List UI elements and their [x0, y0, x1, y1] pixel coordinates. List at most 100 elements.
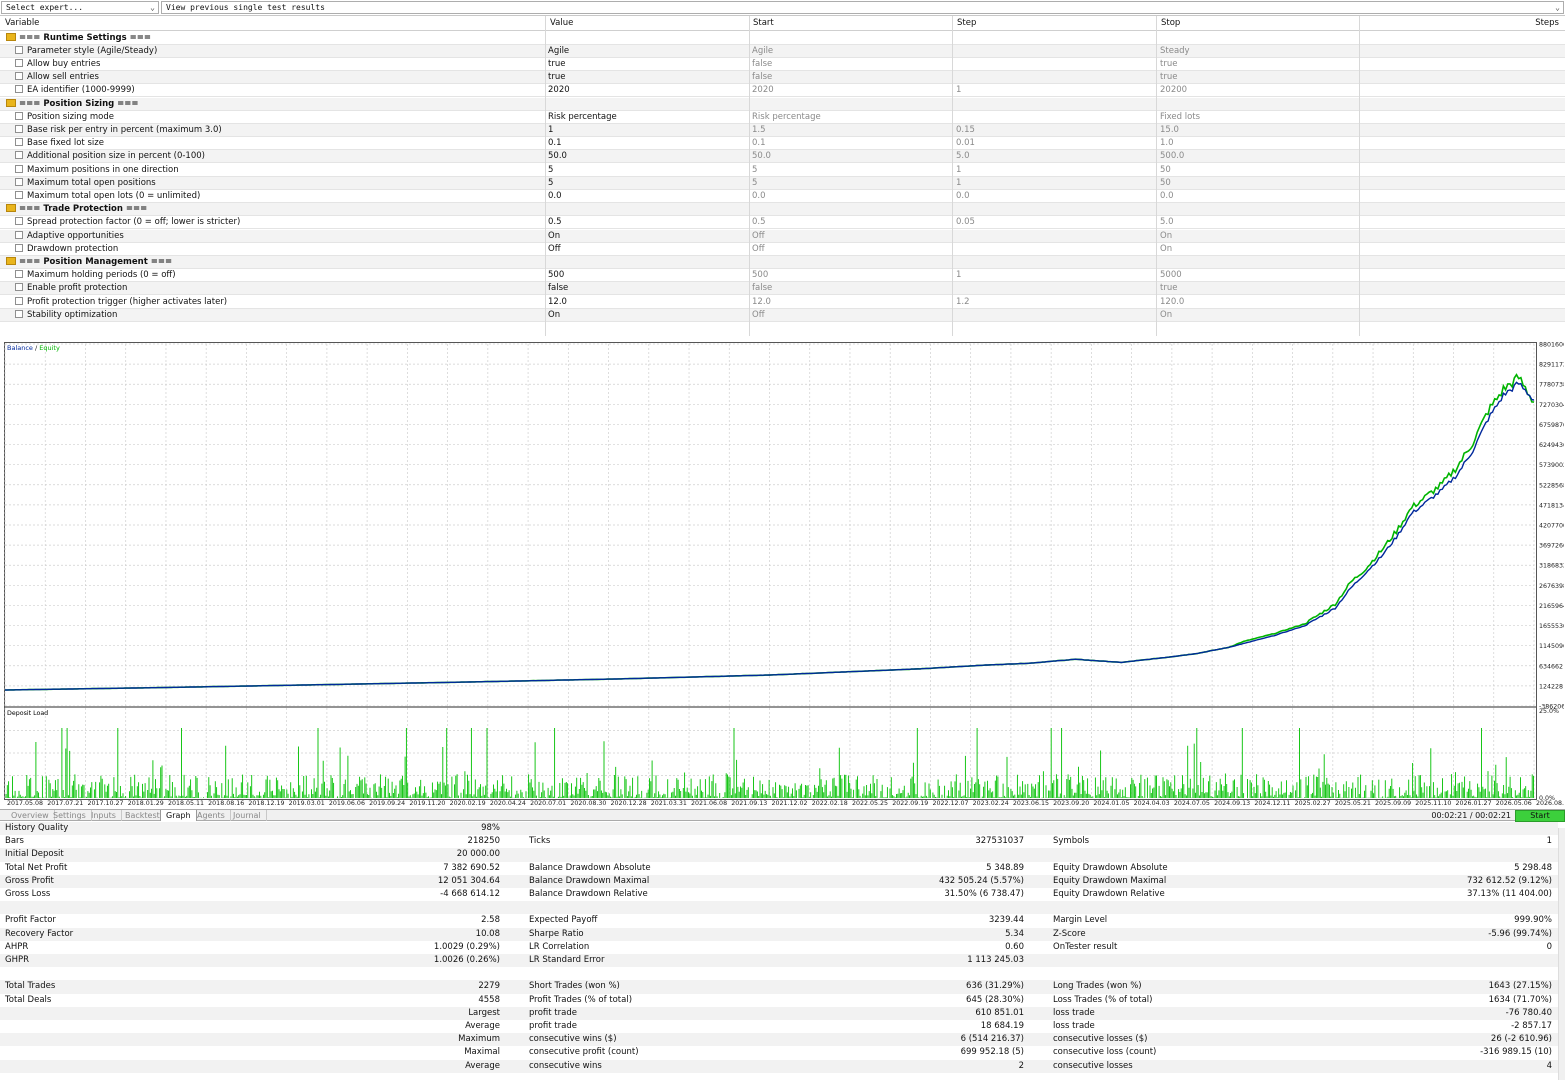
- stat-row: Initial Deposit 20 000.00: [0, 848, 1558, 862]
- param-row[interactable]: Enable profit protection false false true: [0, 282, 1565, 296]
- optimize-checkbox[interactable]: [15, 138, 23, 147]
- param-row[interactable]: Stability optimization On Off On: [0, 308, 1565, 322]
- optimize-checkbox[interactable]: [15, 72, 23, 81]
- balance-chart[interactable]: 8801606 8291172 7780738 7270304 6759870 62494…: [4, 342, 1565, 808]
- optimize-checkbox[interactable]: [15, 45, 23, 54]
- col-start[interactable]: Start: [750, 16, 950, 30]
- param-name: Enable profit protection: [12, 282, 542, 294]
- stat-label: Loss Trades (% of total): [1053, 994, 1153, 1005]
- optimize-checkbox[interactable]: [15, 177, 23, 186]
- x-tick-label: 2022.12.07: [932, 800, 968, 807]
- stat-label: Initial Deposit: [5, 849, 64, 860]
- y-tick-label: 0.0%: [1539, 795, 1555, 802]
- optimize-checkbox[interactable]: [15, 243, 23, 252]
- optimize-checkbox[interactable]: [15, 164, 23, 173]
- stat-value: 2: [1018, 1060, 1024, 1071]
- stat-row: Average consecutive wins 2 consecutive loss…: [0, 1059, 1558, 1073]
- optimize-checkbox[interactable]: [15, 124, 23, 133]
- stat-row: Total Deals 4558 Profit Trades (% of total…: [0, 994, 1558, 1007]
- param-stop: true: [1160, 283, 1178, 294]
- divider: [952, 16, 953, 336]
- param-stop: 5.0: [1160, 217, 1174, 228]
- param-row[interactable]: Maximum total open lots (0 = unlimited) 0…: [0, 190, 1565, 204]
- param-step: 1: [956, 177, 962, 188]
- y-tick-label: 7270304: [1539, 402, 1564, 409]
- x-tick-label: 2025.11.10: [1415, 800, 1451, 807]
- col-value[interactable]: Value: [547, 16, 747, 30]
- param-row[interactable]: Adaptive opportunities On Off On: [0, 229, 1565, 243]
- tab-agents[interactable]: Agents: [192, 810, 231, 821]
- optimize-checkbox[interactable]: [15, 283, 23, 292]
- stat-value: 2.58: [481, 915, 500, 926]
- stat-row: AHPR 1.0029 (0.29%) LR Correlation 0.60 OnTe…: [0, 941, 1558, 954]
- stat-label: Expected Payoff: [529, 915, 598, 926]
- col-stop[interactable]: Stop: [1158, 16, 1358, 30]
- folder-icon: [6, 256, 16, 265]
- stat-value: 1 113 245.03: [967, 955, 1024, 965]
- group-row[interactable]: === Runtime Settings ===: [0, 32, 1565, 45]
- optimize-checkbox[interactable]: [15, 270, 23, 279]
- param-row[interactable]: Maximum total open positions 5 5 1 50: [0, 176, 1565, 190]
- param-row[interactable]: Parameter style (Agile/Steady) Agile Agile…: [0, 44, 1565, 58]
- x-tick-label: 2025.02.27: [1295, 800, 1331, 807]
- stat-label: AHPR: [5, 941, 29, 952]
- stat-value: 327531037: [975, 836, 1024, 847]
- param-name: Parameter style (Agile/Steady): [12, 45, 542, 57]
- optimize-checkbox[interactable]: [15, 58, 23, 67]
- optimize-checkbox[interactable]: [15, 217, 23, 226]
- optimize-checkbox[interactable]: [15, 111, 23, 120]
- stat-value: 20 000.00: [456, 849, 500, 860]
- x-tick-label: 2019.06.06: [329, 800, 365, 807]
- param-row[interactable]: Drawdown protection Off Off On: [0, 243, 1565, 256]
- stat-value: 4558: [478, 994, 500, 1005]
- tester-tabs: Overview Settings Inputs Backtest Graph Agent…: [0, 809, 1565, 821]
- param-row[interactable]: EA identifier (1000-9999) 2020 2020 1 20200: [0, 84, 1565, 98]
- param-name: Stability optimization: [12, 309, 542, 321]
- param-row[interactable]: Maximum holding periods (0 = off) 500 500 1…: [0, 269, 1565, 283]
- group-row[interactable]: === Position Management ===: [0, 255, 1565, 270]
- param-row[interactable]: Additional position size in percent (0-1…: [0, 150, 1565, 164]
- optimize-checkbox[interactable]: [15, 296, 23, 305]
- optimize-checkbox[interactable]: [15, 151, 23, 160]
- param-value: true: [548, 72, 566, 83]
- param-row[interactable]: Base fixed lot size 0.1 0.1 0.01 1.0: [0, 137, 1565, 151]
- param-row[interactable]: Position sizing mode Risk percentage Risk …: [0, 111, 1565, 124]
- group-row[interactable]: === Position Sizing ===: [0, 97, 1565, 111]
- param-name: Position sizing mode: [12, 111, 542, 123]
- group-row[interactable]: === Trade Protection ===: [0, 203, 1565, 217]
- stat-label: Ticks: [529, 836, 551, 847]
- y-tick-label: 6249436: [1539, 442, 1564, 449]
- scrollbar[interactable]: [1558, 828, 1565, 1080]
- stat-row: [0, 901, 1558, 915]
- x-tick-label: 2017.07.21: [47, 800, 83, 807]
- param-row[interactable]: Maximum positions in one direction 5 5 1 50: [0, 164, 1565, 177]
- param-row[interactable]: Spread protection factor (0 = off; lower…: [0, 216, 1565, 230]
- param-row[interactable]: Allow buy entries true false true: [0, 58, 1565, 72]
- param-value: 1: [548, 124, 554, 135]
- tab-backtest[interactable]: Backtest: [120, 810, 166, 821]
- tab-journal[interactable]: Journal: [228, 810, 267, 821]
- param-stop: 120.0: [1160, 296, 1185, 307]
- optimize-checkbox[interactable]: [15, 85, 23, 94]
- stat-value: Average: [465, 1021, 500, 1031]
- col-variable[interactable]: Variable: [2, 16, 542, 30]
- stat-row: Bars 218250 Ticks 327531037 Symbols 1: [0, 835, 1558, 848]
- tab-inputs[interactable]: Inputs: [86, 810, 122, 821]
- col-step[interactable]: Step: [954, 16, 1154, 30]
- param-row[interactable]: Profit protection trigger (higher activa…: [0, 296, 1565, 309]
- optimize-checkbox[interactable]: [15, 230, 23, 239]
- optimize-checkbox[interactable]: [15, 309, 23, 318]
- expert-select[interactable]: Select expert... ⌄: [1, 1, 159, 14]
- param-start: 50.0: [752, 151, 771, 162]
- col-steps[interactable]: Steps: [1361, 16, 1564, 30]
- stat-label: LR Standard Error: [529, 955, 605, 965]
- stat-label: Z-Score: [1053, 928, 1086, 939]
- stat-value: 1.0029 (0.29%): [433, 941, 500, 952]
- results-select[interactable]: View previous single test results ⌄: [161, 1, 1564, 14]
- chart-canvas: 8801606 8291172 7780738 7270304 6759870 62494…: [4, 342, 1565, 807]
- param-stop: On: [1160, 230, 1173, 241]
- stat-value: 218250: [467, 836, 500, 847]
- param-row[interactable]: Allow sell entries true false true: [0, 71, 1565, 85]
- optimize-checkbox[interactable]: [15, 190, 23, 199]
- param-row[interactable]: Base risk per entry in percent (maximum …: [0, 123, 1565, 138]
